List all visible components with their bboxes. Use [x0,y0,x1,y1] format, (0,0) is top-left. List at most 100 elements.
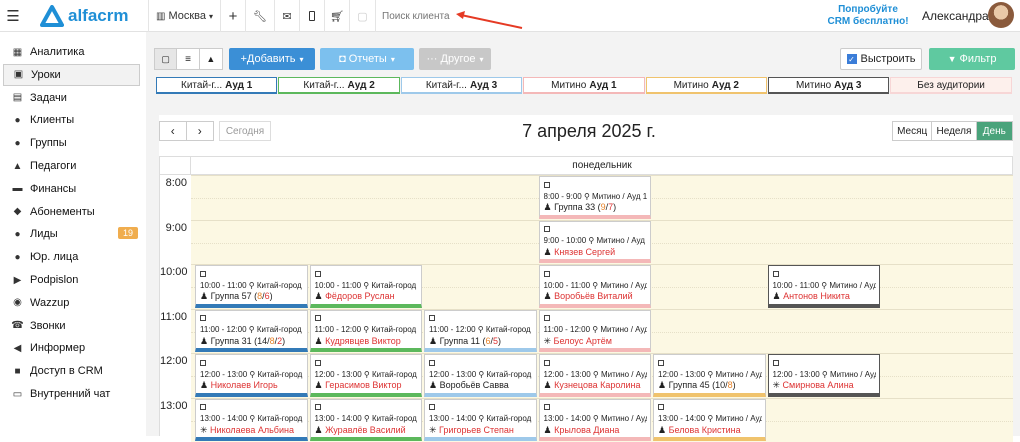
client-name[interactable]: Николаев Игорь [211,380,278,390]
filter-button[interactable]: ▼Фильтр [929,48,1015,70]
checkbox-icon[interactable] [200,315,206,321]
lesson-event[interactable]: 13:00 - 14:00 ⚲ Митино / Ауд♟ Крылова Ди… [539,399,652,442]
lesson-event[interactable]: 10:00 - 11:00 ⚲ Митино / Ауд♟ Воробьёв В… [539,265,652,308]
sidebar-item-14[interactable]: ◀Информер [3,337,140,359]
checkbox-icon[interactable] [544,226,550,232]
reports-button[interactable]: ◘Отчеты▾ [320,48,414,70]
sidebar-item-2[interactable]: ▣Уроки [3,64,140,86]
other-button[interactable]: ··· Другое▾ [419,48,491,70]
lesson-event[interactable]: 10:00 - 11:00 ⚲ Китай-город /♟ Фёдоров Р… [310,265,423,308]
cart-icon[interactable]: 🛒︎ [325,0,350,32]
lesson-event[interactable]: 12:00 - 13:00 ⚲ Китай-город /♟ Воробьёв … [424,354,537,397]
checkbox-icon[interactable] [773,271,779,277]
client-name[interactable]: Кузнецова Каролина [554,380,640,390]
try-crm-link[interactable]: Попробуйте CRM бесплатно! [820,4,916,28]
lesson-event[interactable]: 10:00 - 11:00 ⚲ Митино / Ауд.♟ Антонов Н… [768,265,881,308]
client-name[interactable]: Князев Сергей [554,247,615,257]
lesson-event[interactable]: 12:00 - 13:00 ⚲ Китай-город /♟ Николаев … [195,354,308,397]
client-name[interactable]: Воробьёв Виталий [554,291,633,301]
checkbox-icon[interactable] [315,404,321,410]
gift-icon[interactable]: ▢ [350,0,376,32]
sidebar-item-13[interactable]: ☎Звонки [3,315,140,337]
checkbox-icon[interactable] [544,360,550,366]
client-name[interactable]: Белоус Артём [554,336,612,346]
user-name[interactable]: Александра [922,9,989,23]
lesson-event[interactable]: 12:00 - 13:00 ⚲ Китай-город /♟ Герасимов… [310,354,423,397]
sidebar-item-5[interactable]: ●Группы [3,132,140,154]
client-name[interactable]: Кудрявцев Виктор [325,336,401,346]
checkbox-icon[interactable] [200,360,206,366]
avatar[interactable] [988,2,1014,28]
client-name[interactable]: Смирнова Алина [783,380,854,390]
client-name[interactable]: Крылова Диана [554,425,619,435]
client-name[interactable]: Журавлёв Василий [325,425,406,435]
plus-icon[interactable]: + [221,0,246,32]
room-filter-7[interactable]: Без аудитории [890,77,1011,94]
lesson-event[interactable]: 10:00 - 11:00 ⚲ Китай-город /♟ Группа 57… [195,265,308,308]
sidebar-item-3[interactable]: ▤Задачи [3,87,140,109]
room-filter-5[interactable]: МитиноАуд 2 [646,77,767,94]
sidebar-item-4[interactable]: ●Клиенты [3,109,140,131]
calendar-view-icon[interactable]: ▢ [155,49,177,69]
city-select[interactable]: ▥ Москва ▾ [148,0,221,32]
room-filter-4[interactable]: МитиноАуд 1 [523,77,644,94]
checkbox-icon[interactable] [200,404,206,410]
sidebar-item-6[interactable]: ▲Педагоги [3,155,140,177]
menu-icon[interactable]: ☰ [0,0,26,32]
lesson-event[interactable]: 8:00 - 9:00 ⚲ Митино / Ауд 1♟ Группа 33 … [539,176,652,219]
teacher-view-icon[interactable]: ▲ [200,49,222,69]
room-filter-3[interactable]: Китай-г...Ауд 3 [401,77,522,94]
wrench-icon[interactable]: 🔧︎ [246,0,275,32]
room-filter-6[interactable]: МитиноАуд 3 [768,77,889,94]
sidebar-item-8[interactable]: ◆Абонементы [3,201,140,223]
lesson-event[interactable]: 11:00 - 12:00 ⚲ Митино / Ауд✳ Белоус Арт… [539,310,652,353]
next-day-icon[interactable]: › [187,122,213,140]
checkbox-icon[interactable] [429,404,435,410]
client-name[interactable]: Николаева Альбина [210,425,294,435]
client-name[interactable]: Белова Кристина [669,425,741,435]
checkbox-icon[interactable] [315,315,321,321]
checkbox-icon[interactable] [544,315,550,321]
checkbox-icon[interactable] [773,360,779,366]
checkbox-icon[interactable] [658,404,664,410]
view-week-button[interactable]: Неделя [932,122,976,140]
checkbox-icon[interactable] [315,271,321,277]
checkbox-icon[interactable] [429,360,435,366]
lesson-event[interactable]: 12:00 - 13:00 ⚲ Митино / Ауд.✳ Смирнова … [768,354,881,397]
sidebar-item-9[interactable]: ●Лиды19 [3,223,140,245]
checkbox-icon[interactable] [544,182,550,188]
checkbox-icon[interactable] [544,271,550,277]
prev-day-icon[interactable]: ‹ [160,122,187,140]
sidebar-item-16[interactable]: ▭Внутренний чат [3,383,140,405]
lesson-event[interactable]: 12:00 - 13:00 ⚲ Митино / Ауд♟ Группа 45 … [653,354,766,397]
client-name[interactable]: Герасимов Виктор [325,380,401,390]
client-name[interactable]: Фёдоров Руслан [325,291,395,301]
client-name[interactable]: Антонов Никита [783,291,850,301]
checkbox-icon[interactable] [544,404,550,410]
today-button[interactable]: Сегодня [219,121,271,141]
lesson-event[interactable]: 11:00 - 12:00 ⚲ Китай-город /♟ Группа 31… [195,310,308,353]
lesson-event[interactable]: 11:00 - 12:00 ⚲ Китай-город /♟ Кудрявцев… [310,310,423,353]
lesson-event[interactable]: 9:00 - 10:00 ⚲ Митино / Ауд♟ Князев Серг… [539,221,652,264]
client-name[interactable]: Воробьёв Савва [440,380,509,390]
room-filter-1[interactable]: Китай-г...Ауд 1 [156,77,277,94]
sidebar-item-1[interactable]: ▦Аналитика [3,41,140,63]
checkbox-icon[interactable] [429,315,435,321]
select-checkbox-group[interactable]: ✓ Выстроить [840,48,922,70]
envelope-icon[interactable]: ✉ [275,0,300,32]
lesson-event[interactable]: 13:00 - 14:00 ⚲ Митино / Ауд♟ Белова Кри… [653,399,766,442]
sidebar-item-12[interactable]: ◉Wazzup [3,292,140,314]
room-filter-2[interactable]: Китай-г...Ауд 2 [278,77,399,94]
sidebar-item-15[interactable]: ■Доступ в CRM [3,360,140,382]
add-button[interactable]: +Добавить▾ [229,48,315,70]
lesson-event[interactable]: 12:00 - 13:00 ⚲ Митино / Ауд♟ Кузнецова … [539,354,652,397]
lesson-event[interactable]: 13:00 - 14:00 ⚲ Китай-город /✳ Николаева… [195,399,308,442]
view-month-button[interactable]: Месяц [893,122,932,140]
list-view-icon[interactable]: ≡ [177,49,199,69]
checkbox-icon[interactable] [658,360,664,366]
lesson-event[interactable]: 11:00 - 12:00 ⚲ Китай-город /♟ Группа 11… [424,310,537,353]
mobile-icon[interactable] [300,0,325,32]
client-name[interactable]: Григорьев Степан [439,425,514,435]
checkbox-icon[interactable] [200,271,206,277]
checkbox-checked-icon[interactable]: ✓ [847,54,857,64]
